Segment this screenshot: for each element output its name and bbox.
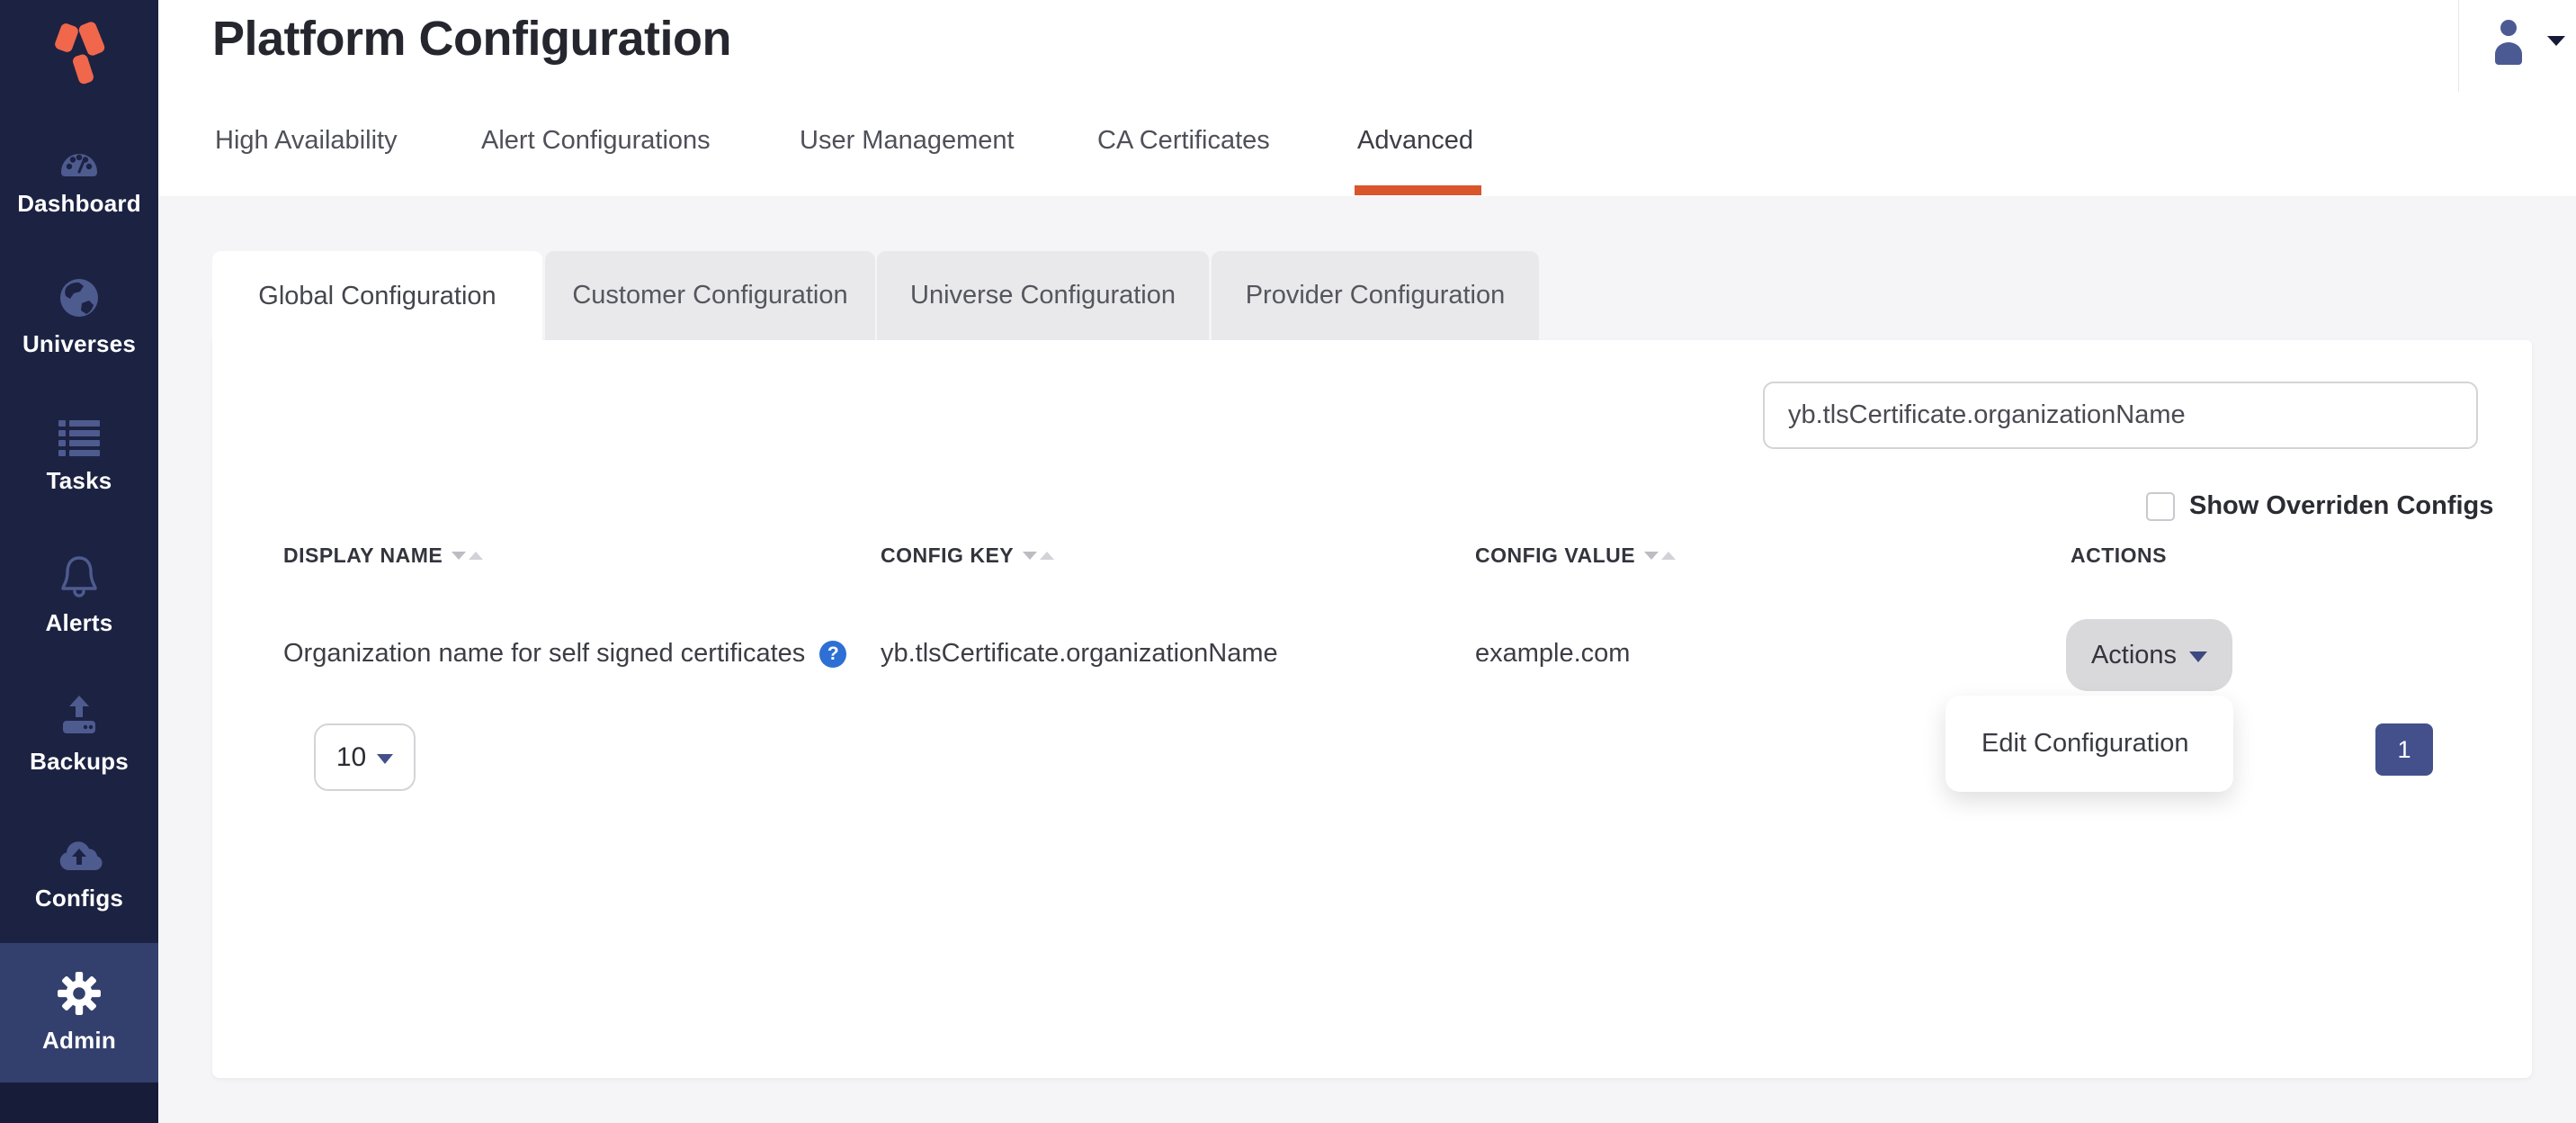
tab-advanced[interactable]: Advanced [1357, 126, 1473, 156]
sidebar-item-universes[interactable]: Universes [0, 247, 158, 387]
sidebar-item-backups[interactable]: Backups [0, 665, 158, 804]
subtab-label: Universe Configuration [910, 281, 1176, 310]
table-row-display-name: Organization name for self signed certif… [283, 639, 846, 669]
sidebar-item-label: Tasks [47, 467, 112, 495]
column-header-config-key[interactable]: CONFIG KEY [881, 544, 1054, 568]
subtab-label: Customer Configuration [572, 281, 847, 310]
actions-dropdown-menu: Edit Configuration [1945, 696, 2233, 792]
task-list-icon [57, 418, 102, 456]
user-menu[interactable] [2493, 18, 2565, 65]
sidebar-item-tasks[interactable]: Tasks [0, 387, 158, 526]
user-icon [2493, 18, 2524, 65]
globe-icon [58, 276, 101, 319]
gauge-icon [58, 138, 101, 179]
chevron-down-icon [2189, 651, 2207, 662]
tab-alert-configurations[interactable]: Alert Configurations [481, 126, 711, 156]
tab-high-availability[interactable]: High Availability [215, 126, 398, 156]
show-overridden-label: Show Overriden Configs [2189, 491, 2493, 521]
subtab-label: Provider Configuration [1246, 281, 1506, 310]
pagination-page-1[interactable]: 1 [2375, 723, 2433, 776]
bell-icon [58, 553, 101, 598]
page-size-dropdown[interactable]: 10 [314, 723, 416, 791]
sort-icons[interactable] [452, 552, 483, 560]
menu-item-edit-configuration[interactable]: Edit Configuration [1945, 729, 2189, 759]
subtab-provider-configuration[interactable]: Provider Configuration [1212, 251, 1539, 340]
subtab-label: Global Configuration [258, 282, 496, 311]
sidebar-item-alerts[interactable]: Alerts [0, 526, 158, 665]
column-header-config-value[interactable]: CONFIG VALUE [1475, 544, 1676, 568]
page-header: Platform Configuration High Availability… [158, 0, 2576, 196]
sidebar-item-label: Configs [35, 885, 123, 912]
global-configuration-panel: Show Overriden Configs DISPLAY NAME CONF… [212, 340, 2532, 1078]
subtab-customer-configuration[interactable]: Customer Configuration [545, 251, 875, 340]
config-search-input[interactable] [1763, 382, 2478, 449]
sidebar-item-label: Alerts [46, 609, 113, 637]
sidebar-item-dashboard[interactable]: Dashboard [0, 108, 158, 247]
table-row-config-value: example.com [1475, 639, 1630, 669]
tab-user-management[interactable]: User Management [800, 126, 1015, 156]
sort-icons[interactable] [1644, 552, 1676, 560]
subtab-universe-configuration[interactable]: Universe Configuration [877, 251, 1209, 340]
sidebar-item-label: Dashboard [17, 190, 141, 218]
sidebar-item-label: Admin [42, 1027, 116, 1055]
column-header-display-name[interactable]: DISPLAY NAME [283, 544, 483, 568]
sidebar-footer-strip [0, 1083, 158, 1123]
active-tab-underline [1355, 185, 1481, 195]
sidebar-item-configs[interactable]: Configs [0, 804, 158, 943]
table-row-config-key: yb.tlsCertificate.organizationName [881, 639, 1278, 669]
upload-tray-icon [58, 694, 101, 737]
show-overridden-configs: Show Overriden Configs [2146, 491, 2493, 521]
tab-ca-certificates[interactable]: CA Certificates [1097, 126, 1270, 156]
yugabyte-logo-icon [50, 19, 108, 89]
help-icon[interactable]: ? [819, 641, 846, 668]
actions-button[interactable]: Actions [2066, 619, 2232, 691]
sidebar-item-label: Backups [30, 748, 129, 776]
platform-configuration-screen: Dashboard Universes Tasks [0, 0, 2576, 1123]
sidebar-item-admin[interactable]: Admin [0, 943, 158, 1083]
header-divider [2458, 0, 2459, 92]
sidebar: Dashboard Universes Tasks [0, 0, 158, 1123]
gear-icon [57, 971, 102, 1016]
yugabyte-logo[interactable] [0, 0, 158, 108]
chevron-down-icon [2547, 36, 2565, 46]
show-overridden-checkbox[interactable] [2146, 492, 2175, 521]
column-header-actions: ACTIONS [2071, 544, 2167, 568]
page-title: Platform Configuration [212, 11, 731, 67]
sidebar-item-label: Universes [22, 330, 136, 358]
sort-icons[interactable] [1023, 552, 1054, 560]
cloud-upload-icon [56, 834, 103, 874]
subtab-global-configuration[interactable]: Global Configuration [212, 251, 542, 342]
chevron-down-icon [377, 754, 393, 764]
